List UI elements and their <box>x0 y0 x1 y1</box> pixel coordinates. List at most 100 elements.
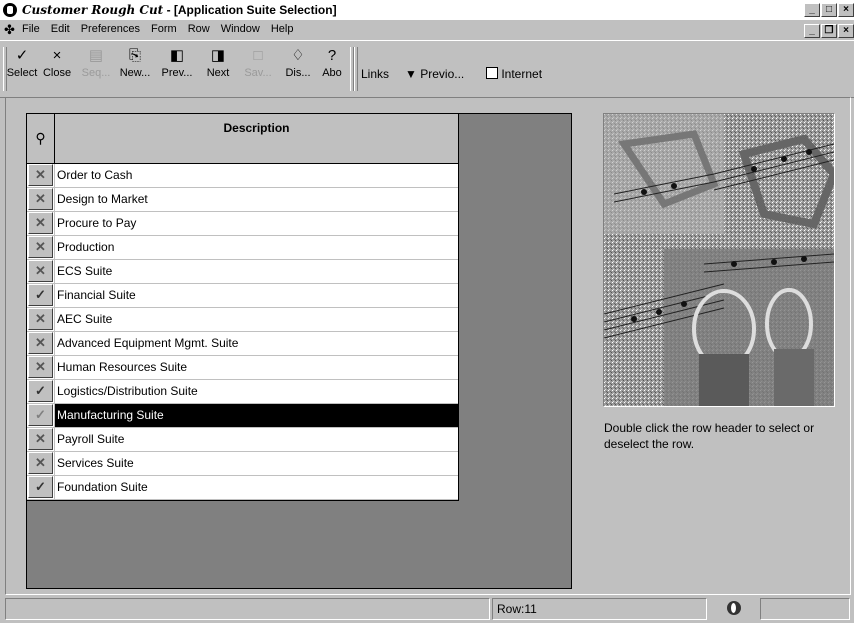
next-label: Next <box>206 67 230 79</box>
row-header-x-icon[interactable]: ✕ <box>28 260 53 282</box>
row-description[interactable]: Payroll Suite <box>54 428 458 451</box>
new-button[interactable]: ⎘ New... <box>117 45 153 79</box>
row-description[interactable]: Financial Suite <box>54 284 458 307</box>
grid-row[interactable]: ✓ Financial Suite <box>27 284 458 308</box>
arrow-left-icon: ◧ <box>169 47 185 64</box>
maximize-button[interactable]: □ <box>821 3 837 17</box>
child-window-controls: _ ❐ × <box>804 24 854 38</box>
menu-preferences[interactable]: Preferences <box>81 23 140 35</box>
row-header-x-icon[interactable]: ✕ <box>28 356 53 378</box>
select-label: Select <box>6 67 38 79</box>
blank-icon: □ <box>253 47 263 64</box>
previous-dropdown[interactable]: ▼ Previo... <box>405 67 464 81</box>
globe-icon <box>727 601 741 615</box>
display-label: Dis... <box>285 67 311 79</box>
grid-row[interactable]: ✓ Logistics/Distribution Suite <box>27 380 458 404</box>
menu-form[interactable]: Form <box>151 23 177 35</box>
title-bar: Customer Rough Cut - [Application Suite … <box>0 0 854 20</box>
binoculars-icon[interactable]: ⚲ <box>27 114 55 163</box>
row-description[interactable]: Logistics/Distribution Suite <box>54 380 458 403</box>
row-header-x-icon[interactable]: ✕ <box>28 428 53 450</box>
document-icon: ▤ <box>88 47 104 64</box>
child-minimize-button[interactable]: _ <box>804 24 820 38</box>
window-controls: _ □ × <box>804 3 854 17</box>
row-header-x-icon[interactable]: ✕ <box>28 452 53 474</box>
close-button[interactable]: × Close <box>40 45 74 79</box>
instruction-text: Double click the row header to select or… <box>604 421 815 451</box>
grid-row[interactable]: ✕ Production <box>27 236 458 260</box>
form-body: ⚲ Description ✕ Order to Cash ✕ Design to M… <box>5 97 851 595</box>
status-bar: Row:11 <box>0 596 854 623</box>
row-header-check-icon[interactable]: ✓ <box>28 404 53 426</box>
row-header-x-icon[interactable]: ✕ <box>28 188 53 210</box>
row-header-x-icon[interactable]: ✕ <box>28 236 53 258</box>
toolbar: ✓ Select × Close ▤ Seq... ⎘ New... ◧ Pre… <box>0 40 854 98</box>
row-description[interactable]: Production <box>54 236 458 259</box>
about-label: Abo <box>322 67 342 79</box>
suite-grid: ⚲ Description ✕ Order to Cash ✕ Design to M… <box>27 114 459 501</box>
row-description[interactable]: Human Resources Suite <box>54 356 458 379</box>
next-button[interactable]: ◨ Next <box>201 45 235 79</box>
grid-row[interactable]: ✕ Payroll Suite <box>27 428 458 452</box>
row-header-x-icon[interactable]: ✕ <box>28 308 53 330</box>
prev-label: Prev... <box>161 67 193 79</box>
x-icon: × <box>52 47 62 64</box>
checkmark-icon: ✓ <box>15 47 29 64</box>
form-icon[interactable]: ✤ <box>4 23 18 37</box>
grid-row[interactable]: ✕ Human Resources Suite <box>27 356 458 380</box>
row-header-x-icon[interactable]: ✕ <box>28 212 53 234</box>
save-button[interactable]: □ Sav... <box>241 45 275 79</box>
row-description[interactable]: Services Suite <box>54 452 458 475</box>
grid-row[interactable]: ✕ Procure to Pay <box>27 212 458 236</box>
grid-panel: ⚲ Description ✕ Order to Cash ✕ Design to M… <box>26 113 572 589</box>
about-button[interactable]: ? Abo <box>317 45 347 79</box>
app-icon[interactable] <box>3 3 17 17</box>
grid-row[interactable]: ✕ ECS Suite <box>27 260 458 284</box>
grid-row[interactable]: ✓ Foundation Suite <box>27 476 458 500</box>
new-label: New... <box>119 67 151 79</box>
row-description[interactable]: Order to Cash <box>54 164 458 187</box>
grid-row[interactable]: ✕ Services Suite <box>27 452 458 476</box>
row-header-check-icon[interactable]: ✓ <box>28 476 53 498</box>
menu-row[interactable]: Row <box>188 23 210 35</box>
internet-label: Internet <box>501 67 543 81</box>
menu-file[interactable]: File <box>22 23 40 35</box>
grid-header: ⚲ Description <box>27 114 458 164</box>
grid-row[interactable]: ✕ Advanced Equipment Mgmt. Suite <box>27 332 458 356</box>
status-extra-pane <box>760 598 850 620</box>
binoculars-icon: ♢ <box>291 47 305 64</box>
minimize-button[interactable]: _ <box>804 3 820 17</box>
row-description[interactable]: Advanced Equipment Mgmt. Suite <box>54 332 458 355</box>
row-description[interactable]: AEC Suite <box>54 308 458 331</box>
column-header-description[interactable]: Description <box>55 114 458 163</box>
child-restore-button[interactable]: ❐ <box>821 24 837 38</box>
grid-row[interactable]: ✓ Manufacturing Suite <box>27 404 458 428</box>
menu-help[interactable]: Help <box>271 23 294 35</box>
close-window-button[interactable]: × <box>838 3 854 17</box>
menu-edit[interactable]: Edit <box>51 23 70 35</box>
row-header-check-icon[interactable]: ✓ <box>28 284 53 306</box>
row-description[interactable]: Manufacturing Suite <box>54 404 458 427</box>
menu-window[interactable]: Window <box>221 23 260 35</box>
triangle-down-icon: ▼ <box>405 67 417 81</box>
child-close-button[interactable]: × <box>838 24 854 38</box>
row-description[interactable]: Foundation Suite <box>54 476 458 499</box>
seq-label: Seq... <box>81 67 111 79</box>
grid-row[interactable]: ✕ Order to Cash <box>27 164 458 188</box>
row-header-check-icon[interactable]: ✓ <box>28 380 53 402</box>
display-button[interactable]: ♢ Dis... <box>281 45 315 79</box>
row-description[interactable]: Design to Market <box>54 188 458 211</box>
row-description[interactable]: ECS Suite <box>54 260 458 283</box>
new-icon: ⎘ <box>128 47 141 64</box>
row-description[interactable]: Procure to Pay <box>54 212 458 235</box>
links-button[interactable]: Links <box>361 67 389 81</box>
grid-row[interactable]: ✕ AEC Suite <box>27 308 458 332</box>
prev-button[interactable]: ◧ Prev... <box>159 45 195 79</box>
internet-button[interactable]: Internet <box>486 67 542 81</box>
grid-row[interactable]: ✕ Design to Market <box>27 188 458 212</box>
select-button[interactable]: ✓ Select <box>5 45 39 79</box>
menu-bar: ✤ File Edit Preferences Form Row Window … <box>0 20 854 40</box>
row-header-x-icon[interactable]: ✕ <box>28 332 53 354</box>
seq-button[interactable]: ▤ Seq... <box>79 45 113 79</box>
row-header-x-icon[interactable]: ✕ <box>28 164 53 186</box>
